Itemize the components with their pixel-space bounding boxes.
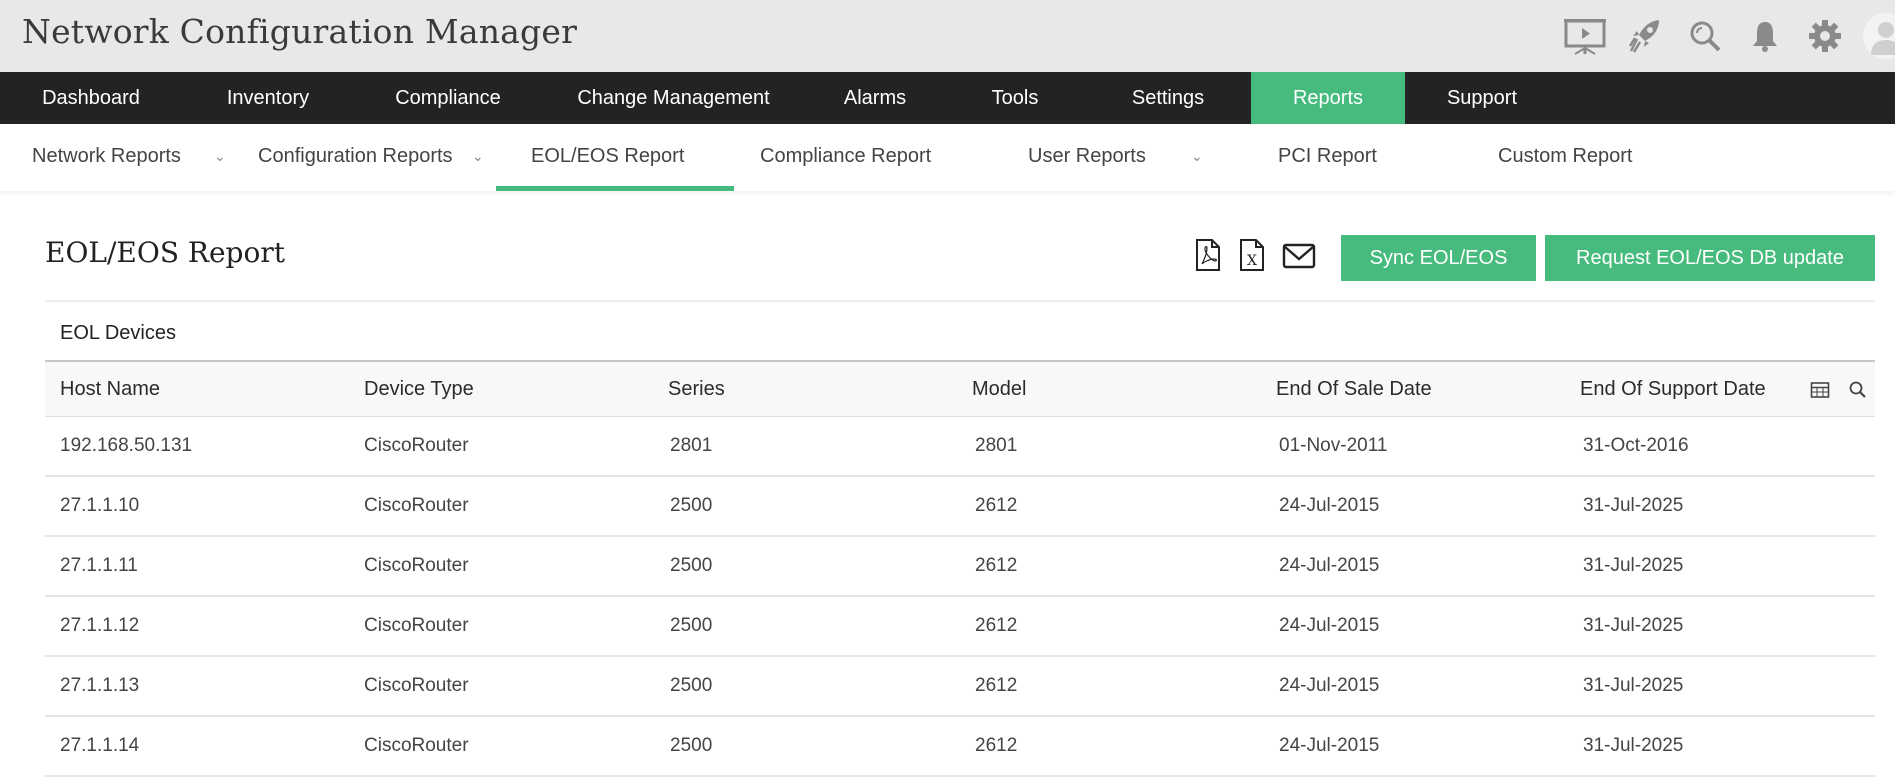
main-nav: Dashboard Inventory Compliance Change Ma… xyxy=(0,72,1895,124)
nav-tools[interactable]: Tools xyxy=(945,72,1085,124)
column-header-device-type[interactable]: Device Type xyxy=(364,362,474,417)
subnav-label: User Reports xyxy=(1028,145,1146,167)
excel-export-icon[interactable]: X xyxy=(1237,238,1267,272)
table-row[interactable]: 27.1.1.13 CiscoRouter 2500 2612 24-Jul-2… xyxy=(45,657,1875,717)
nav-change-management[interactable]: Change Management xyxy=(542,72,805,124)
cell-end-of-support: 31-Jul-2025 xyxy=(1583,735,1684,756)
subnav-label: Compliance Report xyxy=(760,145,932,167)
nav-inventory[interactable]: Inventory xyxy=(182,72,354,124)
cell-series: 2801 xyxy=(670,435,713,456)
subnav-user-reports[interactable]: User Reports ⌄ xyxy=(1028,124,1203,191)
nav-compliance[interactable]: Compliance xyxy=(354,72,542,124)
subnav-configuration-reports[interactable]: Configuration Reports ⌄ xyxy=(258,124,484,191)
cell-end-of-support: 31-Jul-2025 xyxy=(1583,495,1684,516)
nav-dashboard[interactable]: Dashboard xyxy=(0,72,182,124)
cell-end-of-support: 31-Jul-2025 xyxy=(1583,555,1684,576)
cell-end-of-support: 31-Oct-2016 xyxy=(1583,435,1689,456)
column-header-model[interactable]: Model xyxy=(972,362,1026,417)
app-header: Network Configuration Manager xyxy=(0,0,1895,72)
eol-devices-section: EOL Devices Host Name Device Type Series… xyxy=(45,300,1875,777)
column-header-host-name[interactable]: Host Name xyxy=(60,362,160,417)
gear-icon[interactable] xyxy=(1795,12,1855,60)
cell-end-of-sale: 01-Nov-2011 xyxy=(1279,435,1388,456)
cell-end-of-sale: 24-Jul-2015 xyxy=(1279,495,1380,516)
search-icon[interactable] xyxy=(1675,12,1735,60)
column-header-end-of-support[interactable]: End Of Support Date xyxy=(1580,362,1766,417)
table-search-icon[interactable] xyxy=(1848,380,1868,400)
nav-reports[interactable]: Reports xyxy=(1251,72,1405,124)
column-chooser-icon[interactable] xyxy=(1810,380,1830,400)
cell-series: 2500 xyxy=(670,735,713,756)
table-row[interactable]: 27.1.1.12 CiscoRouter 2500 2612 24-Jul-2… xyxy=(45,597,1875,657)
cell-model: 2612 xyxy=(975,495,1018,516)
cell-host-name: 27.1.1.14 xyxy=(60,735,140,756)
rocket-icon[interactable] xyxy=(1615,12,1675,60)
section-title: EOL Devices xyxy=(60,322,176,344)
cell-device-type: CiscoRouter xyxy=(364,495,469,516)
header-toolbar xyxy=(1555,12,1895,60)
subnav-label: EOL/EOS Report xyxy=(531,145,685,167)
chevron-down-icon: ⌄ xyxy=(1191,148,1203,164)
request-db-update-button[interactable]: Request EOL/EOS DB update xyxy=(1545,235,1875,281)
cell-series: 2500 xyxy=(670,675,713,696)
cell-model: 2612 xyxy=(975,675,1018,696)
cell-device-type: CiscoRouter xyxy=(364,615,469,636)
column-header-series[interactable]: Series xyxy=(668,362,725,417)
subnav-label: Network Reports xyxy=(32,145,181,167)
cell-series: 2500 xyxy=(670,555,713,576)
chevron-down-icon: ⌄ xyxy=(214,148,226,164)
cell-model: 2801 xyxy=(975,435,1018,456)
cell-device-type: CiscoRouter xyxy=(364,555,469,576)
page-title: EOL/EOS Report xyxy=(45,236,285,269)
cell-end-of-sale: 24-Jul-2015 xyxy=(1279,555,1380,576)
nav-settings[interactable]: Settings xyxy=(1085,72,1251,124)
cell-series: 2500 xyxy=(670,615,713,636)
cell-end-of-support: 31-Jul-2025 xyxy=(1583,675,1684,696)
subnav-pci-report[interactable]: PCI Report xyxy=(1278,124,1377,191)
cell-device-type: CiscoRouter xyxy=(364,735,469,756)
svg-text:X: X xyxy=(1247,253,1257,269)
cell-model: 2612 xyxy=(975,615,1018,636)
section-header: EOL Devices xyxy=(45,300,1875,360)
table-row[interactable]: 27.1.1.14 CiscoRouter 2500 2612 24-Jul-2… xyxy=(45,717,1875,777)
subnav-label: PCI Report xyxy=(1278,145,1377,167)
email-icon[interactable] xyxy=(1282,238,1316,272)
subnav-custom-report[interactable]: Custom Report xyxy=(1498,124,1633,191)
cell-series: 2500 xyxy=(670,495,713,516)
subnav-compliance-report[interactable]: Compliance Report xyxy=(760,124,931,191)
subnav-label: Custom Report xyxy=(1498,145,1633,167)
cell-device-type: CiscoRouter xyxy=(364,435,469,456)
cell-host-name: 192.168.50.131 xyxy=(60,435,193,456)
subnav-eol-eos-report[interactable]: EOL/EOS Report xyxy=(495,124,735,191)
cell-host-name: 27.1.1.13 xyxy=(60,675,140,696)
presentation-icon[interactable] xyxy=(1555,12,1615,60)
subnav-label: Configuration Reports xyxy=(258,145,453,167)
cell-host-name: 27.1.1.12 xyxy=(60,615,140,636)
cell-end-of-support: 31-Jul-2025 xyxy=(1583,615,1684,636)
cell-end-of-sale: 24-Jul-2015 xyxy=(1279,615,1380,636)
reports-sub-nav: Network Reports ⌄ Configuration Reports … xyxy=(0,124,1895,191)
app-title: Network Configuration Manager xyxy=(22,12,578,51)
chevron-down-icon: ⌄ xyxy=(472,148,484,164)
cell-host-name: 27.1.1.11 xyxy=(60,555,138,576)
cell-model: 2612 xyxy=(975,555,1018,576)
cell-model: 2612 xyxy=(975,735,1018,756)
bell-icon[interactable] xyxy=(1735,12,1795,60)
pdf-export-icon[interactable] xyxy=(1193,238,1223,272)
sync-eol-eos-button[interactable]: Sync EOL/EOS xyxy=(1341,235,1536,281)
subnav-network-reports[interactable]: Network Reports ⌄ xyxy=(32,124,226,191)
nav-support[interactable]: Support xyxy=(1405,72,1559,124)
user-avatar-icon[interactable] xyxy=(1863,13,1895,59)
cell-device-type: CiscoRouter xyxy=(364,675,469,696)
cell-end-of-sale: 24-Jul-2015 xyxy=(1279,735,1380,756)
table-row[interactable]: 27.1.1.10 CiscoRouter 2500 2612 24-Jul-2… xyxy=(45,477,1875,537)
cell-end-of-sale: 24-Jul-2015 xyxy=(1279,675,1380,696)
table-row[interactable]: 192.168.50.131 CiscoRouter 2801 2801 01-… xyxy=(45,417,1875,477)
table-body: 192.168.50.131 CiscoRouter 2801 2801 01-… xyxy=(45,417,1875,777)
table-row[interactable]: 27.1.1.11 CiscoRouter 2500 2612 24-Jul-2… xyxy=(45,537,1875,597)
nav-alarms[interactable]: Alarms xyxy=(805,72,945,124)
cell-host-name: 27.1.1.10 xyxy=(60,495,140,516)
table-header: Host Name Device Type Series Model End O… xyxy=(45,360,1875,417)
column-header-end-of-sale[interactable]: End Of Sale Date xyxy=(1276,362,1432,417)
